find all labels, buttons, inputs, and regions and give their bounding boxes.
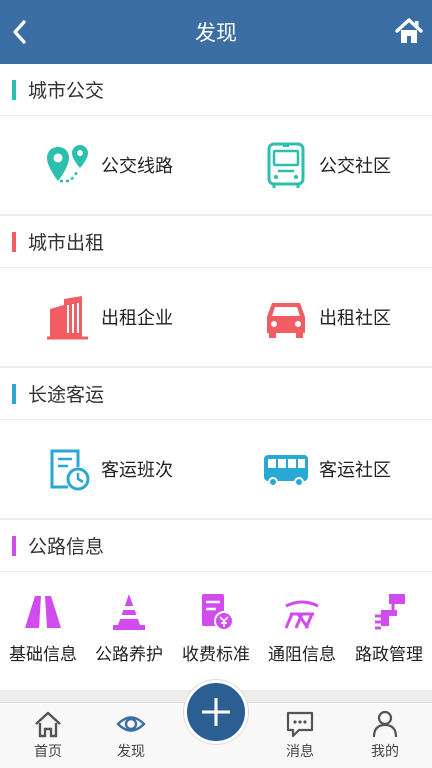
section-highway-info: 公路信息 基础信息 公路养护 收费标准 通阻信息 路政管理 <box>0 520 432 690</box>
section-title: 城市公交 <box>28 80 105 102</box>
item-label: 出租社区 <box>319 307 391 329</box>
add-button[interactable] <box>184 680 248 744</box>
item-label: 公交线路 <box>101 155 173 177</box>
road-admin-item[interactable]: 路政管理 <box>346 572 432 672</box>
road-maintenance-item[interactable]: 公路养护 <box>86 572 172 672</box>
section-header: 城市出租 <box>0 216 432 268</box>
section-title: 长途客运 <box>28 384 105 406</box>
road-admin-icon <box>375 594 405 630</box>
section-title: 公路信息 <box>28 536 105 558</box>
item-label: 公路养护 <box>95 645 163 665</box>
toll-standard-item[interactable]: 收费标准 <box>173 572 259 672</box>
section-marker <box>12 383 16 404</box>
item-label: 公交社区 <box>319 155 391 177</box>
item-label: 基础信息 <box>9 645 77 665</box>
coach-community-item[interactable]: 客运社区 <box>262 420 391 517</box>
plus-icon <box>202 698 230 726</box>
section-title: 城市出租 <box>28 232 105 254</box>
section-city-bus: 城市公交 公交线路 公交社区 <box>0 64 432 214</box>
bus-front-icon <box>267 142 305 188</box>
eye-icon <box>116 716 146 732</box>
message-icon <box>286 711 314 738</box>
section-marker <box>12 231 16 252</box>
section-header: 长途客运 <box>0 368 432 420</box>
taxi-community-item[interactable]: 出租社区 <box>262 268 391 365</box>
section-marker <box>12 79 16 100</box>
tab-discover[interactable]: 发现 <box>101 709 161 761</box>
road-icon <box>25 596 61 628</box>
item-label: 通阻信息 <box>268 645 336 665</box>
schedule-clock-icon <box>50 449 90 490</box>
basic-info-item[interactable]: 基础信息 <box>0 572 86 672</box>
page-title: 发现 <box>195 21 237 45</box>
car-icon <box>267 302 305 338</box>
section-marker <box>12 535 16 556</box>
item-label: 出租企业 <box>101 307 173 329</box>
item-label: 客运社区 <box>319 459 391 481</box>
section-header: 城市公交 <box>0 64 432 116</box>
home-icon[interactable] <box>394 16 424 46</box>
section-long-distance: 长途客运 客运班次 客运社区 <box>0 368 432 518</box>
bus-community-item[interactable]: 公交社区 <box>262 116 391 213</box>
traffic-cone-icon <box>113 594 145 630</box>
home-icon <box>35 711 61 738</box>
item-label: 路政管理 <box>355 645 423 665</box>
toll-fee-icon <box>202 594 234 631</box>
section-header: 公路信息 <box>0 520 432 572</box>
user-icon <box>372 710 398 738</box>
barrier-icon <box>284 600 319 629</box>
route-pin-icon <box>47 144 88 182</box>
tab-label: 我的 <box>371 744 399 760</box>
bus-routes-item[interactable]: 公交线路 <box>44 116 173 213</box>
tab-home[interactable]: 首页 <box>18 709 78 761</box>
item-label: 收费标准 <box>182 645 250 665</box>
building-icon <box>47 295 88 339</box>
traffic-block-item[interactable]: 通阻信息 <box>259 572 345 672</box>
tab-label: 发现 <box>117 744 145 760</box>
tab-label: 首页 <box>34 744 62 760</box>
taxi-companies-item[interactable]: 出租企业 <box>44 268 173 365</box>
back-arrow-icon[interactable] <box>10 18 30 46</box>
coach-schedule-item[interactable]: 客运班次 <box>44 420 173 517</box>
section-city-taxi: 城市出租 出租企业 出租社区 <box>0 216 432 366</box>
item-label: 客运班次 <box>101 459 173 481</box>
tab-messages[interactable]: 消息 <box>270 709 330 761</box>
tab-mine[interactable]: 我的 <box>355 709 415 761</box>
tab-label: 消息 <box>286 744 314 760</box>
top-bar: 发现 <box>0 0 432 64</box>
coach-bus-icon <box>264 454 308 487</box>
